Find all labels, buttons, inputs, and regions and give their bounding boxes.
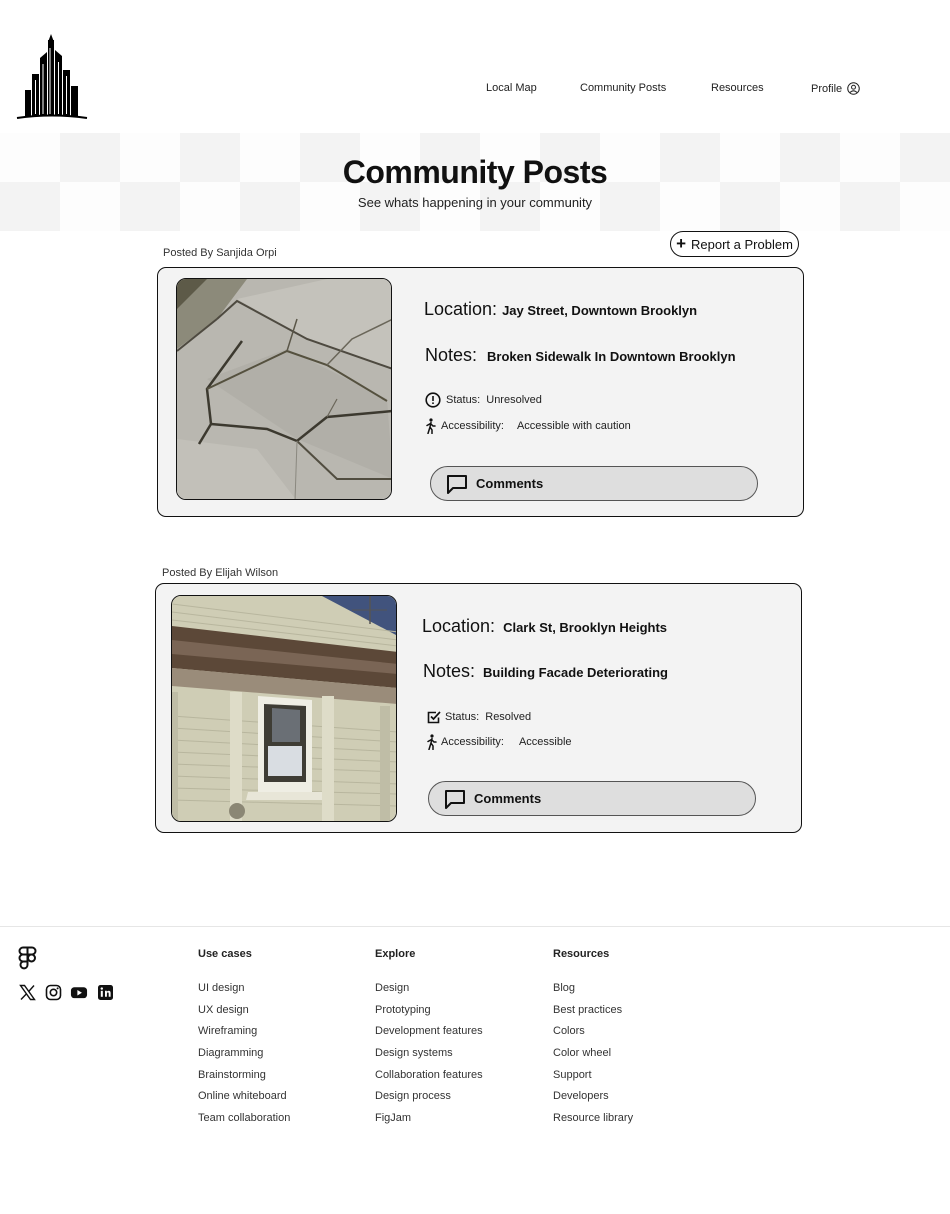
nav-profile-label: Profile <box>811 82 843 95</box>
footer-link[interactable]: Design systems <box>375 1046 483 1068</box>
footer-link[interactable]: Diagramming <box>198 1046 290 1068</box>
footer-link[interactable]: Wireframing <box>198 1024 290 1046</box>
post-author: Posted By Elijah Wilson <box>162 567 279 579</box>
footer-link[interactable]: Design process <box>375 1089 483 1111</box>
footer-column-explore: Explore Design Prototyping Development f… <box>375 948 483 1133</box>
social-links <box>18 983 114 1001</box>
location-label: Location: <box>424 299 498 319</box>
nav-resources[interactable]: Resources <box>711 82 764 94</box>
post-status: Status: Unresolved <box>425 392 542 408</box>
comments-label: Comments <box>474 791 542 806</box>
linkedin-icon[interactable] <box>96 983 114 1001</box>
comments-button[interactable]: Comments <box>428 781 756 816</box>
alert-circle-icon <box>425 392 441 408</box>
post-notes: Notes: Broken Sidewalk In Downtown Brook… <box>425 345 736 366</box>
post-card: Location: Clark St, Brooklyn Heights Not… <box>155 583 802 833</box>
check-square-icon <box>426 709 442 725</box>
footer-link[interactable]: Resource library <box>553 1111 633 1133</box>
location-value: Clark St, Brooklyn Heights <box>503 620 668 635</box>
chat-bubble-icon <box>447 474 467 494</box>
status-value: Unresolved <box>486 394 542 406</box>
notes-value: Broken Sidewalk In Downtown Brooklyn <box>487 349 736 364</box>
page-subtitle: See whats happening in your community <box>357 195 593 210</box>
youtube-icon[interactable] <box>70 983 88 1001</box>
accessibility-value: Accessible <box>518 736 572 748</box>
accessibility-label: Accessibility: <box>441 736 504 748</box>
footer-link[interactable]: Blog <box>553 981 633 1003</box>
plus-icon: + <box>676 233 687 253</box>
nav-local-map[interactable]: Local Map <box>486 82 537 94</box>
walking-person-icon <box>426 734 438 750</box>
location-value: Jay Street, Downtown Brooklyn <box>502 303 698 318</box>
nav-profile[interactable]: Profile <box>811 82 860 95</box>
post-status: Status: Resolved <box>426 709 531 725</box>
status-label: Status: <box>446 394 481 406</box>
accessibility-label: Accessibility: <box>441 420 504 432</box>
comments-label: Comments <box>476 476 544 491</box>
location-label: Location: <box>422 616 496 636</box>
page-title: Community Posts <box>342 154 608 190</box>
notes-value: Building Facade Deteriorating <box>483 665 668 680</box>
accessibility-value: Accessible with caution <box>516 420 631 432</box>
post-photo-sidewalk[interactable] <box>176 278 392 500</box>
post-accessibility: Accessibility: Accessible <box>426 734 572 750</box>
post-location: Location: Jay Street, Downtown Brooklyn <box>424 299 697 320</box>
footer-link[interactable]: UX design <box>198 1003 290 1025</box>
footer-link[interactable]: Collaboration features <box>375 1068 483 1090</box>
footer-column-title: Use cases <box>198 948 252 960</box>
status-value: Resolved <box>485 711 532 723</box>
city-skyline-logo[interactable] <box>16 34 88 120</box>
post-accessibility: Accessibility: Accessible with caution <box>425 418 631 434</box>
instagram-icon[interactable] <box>44 983 62 1001</box>
footer-column-use-cases: Use cases UI design UX design Wireframin… <box>198 948 290 1133</box>
report-problem-button[interactable]: + Report a Problem <box>670 231 799 257</box>
footer-column-title: Explore <box>375 948 416 960</box>
footer-link[interactable]: Design <box>375 981 483 1003</box>
post-notes: Notes: Building Facade Deteriorating <box>423 661 668 682</box>
post-author: Posted By Sanjida Orpi <box>163 247 277 259</box>
main-nav: Local Map Community Posts Resources Prof… <box>0 82 950 98</box>
walking-person-icon <box>425 418 437 434</box>
footer-link[interactable]: Support <box>553 1068 633 1090</box>
footer-link[interactable]: Colors <box>553 1024 633 1046</box>
footer-link[interactable]: UI design <box>198 981 290 1003</box>
status-label: Status: <box>445 711 480 723</box>
post-location: Location: Clark St, Brooklyn Heights <box>422 616 667 637</box>
report-problem-label: Report a Problem <box>691 236 793 252</box>
footer-link[interactable]: Color wheel <box>553 1046 633 1068</box>
chat-bubble-icon <box>445 789 465 809</box>
notes-label: Notes: <box>425 345 478 365</box>
footer-divider <box>0 926 950 927</box>
figma-logo-icon[interactable] <box>18 946 37 977</box>
notes-label: Notes: <box>423 661 476 681</box>
footer-link[interactable]: Best practices <box>553 1003 633 1025</box>
footer-link[interactable]: Developers <box>553 1089 633 1111</box>
post-photo-facade[interactable] <box>171 595 397 822</box>
footer-link[interactable]: Team collaboration <box>198 1111 290 1133</box>
post-card: Location: Jay Street, Downtown Brooklyn … <box>157 267 804 517</box>
user-circle-icon <box>847 82 860 95</box>
footer-column-title: Resources <box>553 948 610 960</box>
footer-link[interactable]: Brainstorming <box>198 1068 290 1090</box>
footer-link[interactable]: Prototyping <box>375 1003 483 1025</box>
footer-link[interactable]: Development features <box>375 1024 483 1046</box>
footer-column-resources: Resources Blog Best practices Colors Col… <box>553 948 633 1133</box>
x-icon[interactable] <box>18 983 36 1001</box>
footer-link[interactable]: Online whiteboard <box>198 1089 290 1111</box>
footer-link[interactable]: FigJam <box>375 1111 483 1133</box>
nav-community-posts[interactable]: Community Posts <box>580 82 666 94</box>
comments-button[interactable]: Comments <box>430 466 758 501</box>
